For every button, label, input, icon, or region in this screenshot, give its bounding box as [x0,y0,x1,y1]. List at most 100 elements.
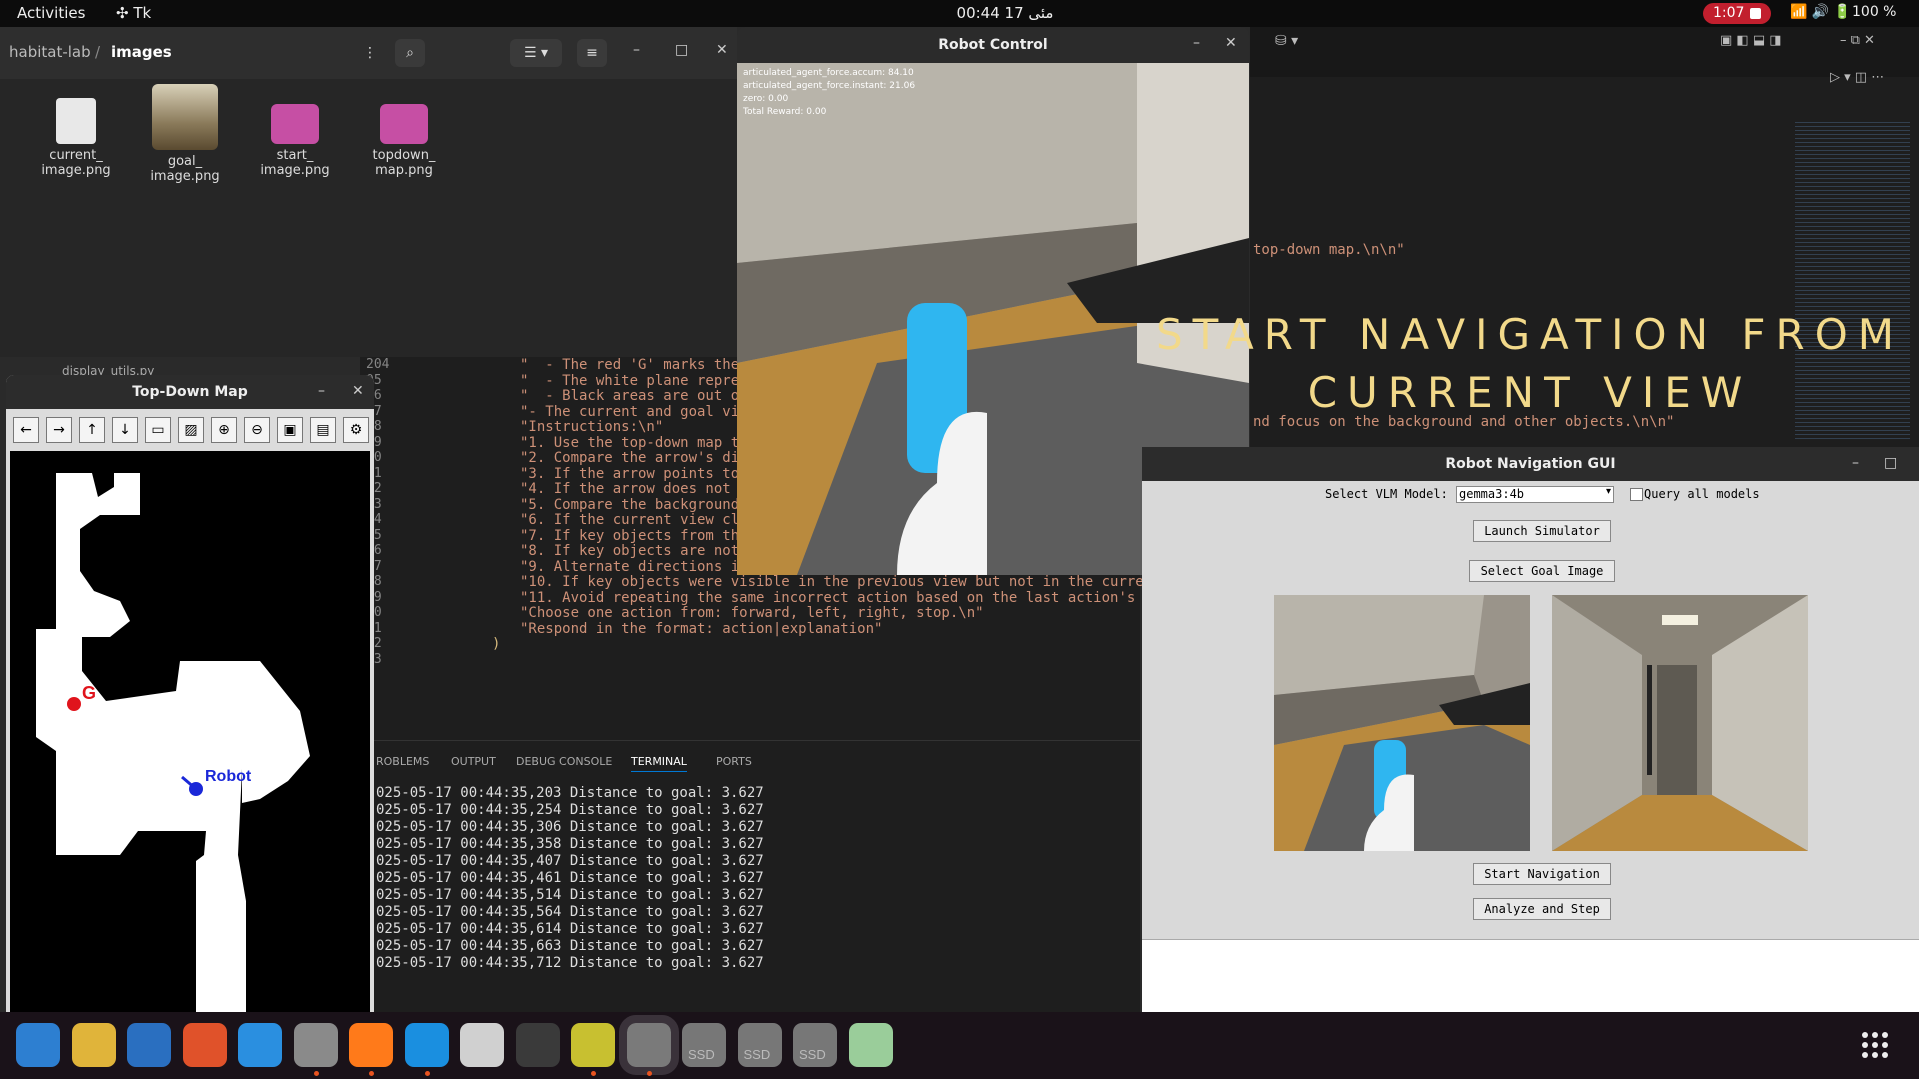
stop-icon [1750,8,1761,19]
panel-tab-terminal[interactable]: TERMINAL [631,755,687,772]
settings-icon[interactable] [460,1023,504,1067]
model-select[interactable]: gemma3:4b ▾ [1456,486,1614,503]
settings-icon[interactable]: ⚙ [343,417,369,443]
menu-icon[interactable]: ≡ [577,39,607,67]
minimize-icon[interactable]: – [1852,455,1859,471]
app-center-icon[interactable] [182,1023,227,1067]
layout-icons[interactable]: ▣ ◧ ⬓ ◨ [1720,33,1782,48]
writer-icon[interactable] [127,1023,171,1067]
terminal-line: 025-05-17 00:44:35,407 Distance to goal:… [376,853,764,869]
clipboard-icon[interactable]: ▤ [310,417,336,443]
image-edit-icon[interactable]: ▨ [178,417,204,443]
image-file-icon [271,104,319,144]
activities-button[interactable]: Activities [17,4,85,22]
panel-tab-ports[interactable]: PORTS [716,755,752,768]
terminal-icon[interactable] [515,1023,560,1067]
hud-line: articulated_agent_force.accum: 84.10 [743,68,914,78]
screen-record-indicator[interactable]: 1:07 [1703,3,1771,24]
tk-settings-icon[interactable] [618,1015,679,1075]
terminal-line: 025-05-17 00:44:35,614 Distance to goal:… [376,921,764,937]
code-line: "1. Use the top-down map t [520,434,740,451]
search-icon[interactable]: ⌕ [395,39,425,67]
vscode-icon[interactable] [404,1023,449,1067]
launch-simulator-button[interactable]: Launch Simulator [1473,520,1611,542]
view-list-icon[interactable]: ☰ ▾ [510,39,562,67]
maximize-icon[interactable]: □ [1884,455,1897,471]
chevron-down-icon: ▾ [1605,486,1611,497]
image-icon[interactable]: ▭ [145,417,171,443]
close-icon[interactable]: ✕ [352,383,364,399]
battery-percent: 100 % [1852,4,1897,20]
hud-line: zero: 0.00 [743,94,789,104]
file-item[interactable]: goal_ image.png [135,84,235,184]
system-tray[interactable]: 📶 🔊 🔋 [1790,4,1851,20]
code-line: " - The red 'G' marks the [520,357,740,373]
copilot-icon[interactable]: ⛁ ▾ [1275,33,1298,49]
file-item[interactable]: current_ image.png [26,84,126,178]
trash-icon[interactable] [848,1023,893,1067]
gnome-icon[interactable] [571,1023,615,1067]
running-indicator [313,1071,319,1076]
select-model-label: Select VLM Model: [1325,487,1448,501]
image-file-icon [56,98,96,144]
arrow-left-icon[interactable]: ← [13,417,39,443]
arrow-up-icon[interactable]: ↑ [79,417,105,443]
arrow-down-icon[interactable]: ↓ [112,417,138,443]
rhythmbox-icon[interactable] [71,1023,116,1067]
maximize-icon[interactable]: □ [675,42,688,58]
code-line: "5. Compare the background [520,496,740,513]
current-view-image [1274,595,1530,851]
firefox-icon[interactable] [349,1023,393,1067]
breadcrumb-separator: / [95,43,101,61]
code-line: "Instructions:\n" [520,419,664,435]
ssd-drive-icon[interactable]: SSD [737,1023,782,1067]
app-name: Tk [133,4,152,22]
select-goal-image-button[interactable]: Select Goal Image [1469,560,1615,582]
terminal-line: 025-05-17 00:44:35,254 Distance to goal:… [376,802,764,818]
ssd-drive-icon[interactable]: SSD [682,1023,726,1067]
breadcrumb-current[interactable]: images [111,43,172,61]
minimize-icon[interactable]: – [318,383,325,399]
close-icon[interactable]: ✕ [1225,35,1237,51]
running-indicator [369,1071,374,1076]
running-indicator [646,1071,652,1076]
file-item[interactable]: topdown_ map.png [354,84,454,178]
code-line: "4. If the arrow does not [520,481,740,497]
app-menu[interactable]: ✣ Tk [116,4,151,22]
query-all-checkbox[interactable] [1630,488,1643,501]
window-controls[interactable]: – ⧉ ✕ [1840,33,1875,48]
code-line: " - The white plane repre [520,372,740,389]
clock[interactable]: 00:44 17 مئی [900,4,1110,22]
battery-icon: 🔋 [1833,4,1852,20]
log-area[interactable] [1142,939,1919,1013]
image-thumbnail [152,84,218,150]
zoom-in-icon[interactable]: ⊕ [211,417,237,443]
file-item[interactable]: start_ image.png [245,84,345,178]
analyze-and-step-button[interactable]: Analyze and Step [1473,898,1611,920]
kebab-menu-icon[interactable]: ⋮ [355,39,385,67]
run-icon[interactable]: ▷ ▾ ◫ ⋯ [1830,70,1884,85]
panel-tab-roblems[interactable]: ROBLEMS [376,755,429,768]
app-grid-icon[interactable] [1860,1030,1890,1060]
terminal-line: 025-05-17 00:44:35,514 Distance to goal:… [376,887,764,903]
query-all-label: Query all models [1644,487,1760,501]
save-icon[interactable]: ▣ [277,417,303,443]
help-icon[interactable] [238,1023,282,1067]
arrow-right-icon[interactable]: → [46,417,72,443]
thunderbird-icon[interactable] [16,1023,60,1067]
terminal-line: 025-05-17 00:44:35,461 Distance to goal:… [376,870,764,886]
files-window: habitat-lab / images ⋮ ⌕ ☰ ▾ ≡ – □ ✕ cur… [0,27,737,378]
breadcrumb-root[interactable]: habitat-lab [9,43,91,61]
close-icon[interactable]: ✕ [716,42,728,58]
code-line: ) [492,636,501,652]
minimize-icon[interactable]: – [1193,35,1200,51]
zoom-out-icon[interactable]: ⊖ [244,417,270,443]
panel-tab-debug-console[interactable]: DEBUG CONSOLE [516,755,612,768]
ssd-drive-icon[interactable]: SSD [793,1023,837,1067]
ssd-label: SSD [743,1047,771,1062]
minimize-icon[interactable]: – [633,42,640,58]
panel-tab-output[interactable]: OUTPUT [451,755,496,768]
start-navigation-button[interactable]: Start Navigation [1473,863,1611,885]
files-header: habitat-lab / images ⋮ ⌕ ☰ ▾ ≡ – □ ✕ [0,27,737,79]
files-icon[interactable] [293,1023,338,1067]
